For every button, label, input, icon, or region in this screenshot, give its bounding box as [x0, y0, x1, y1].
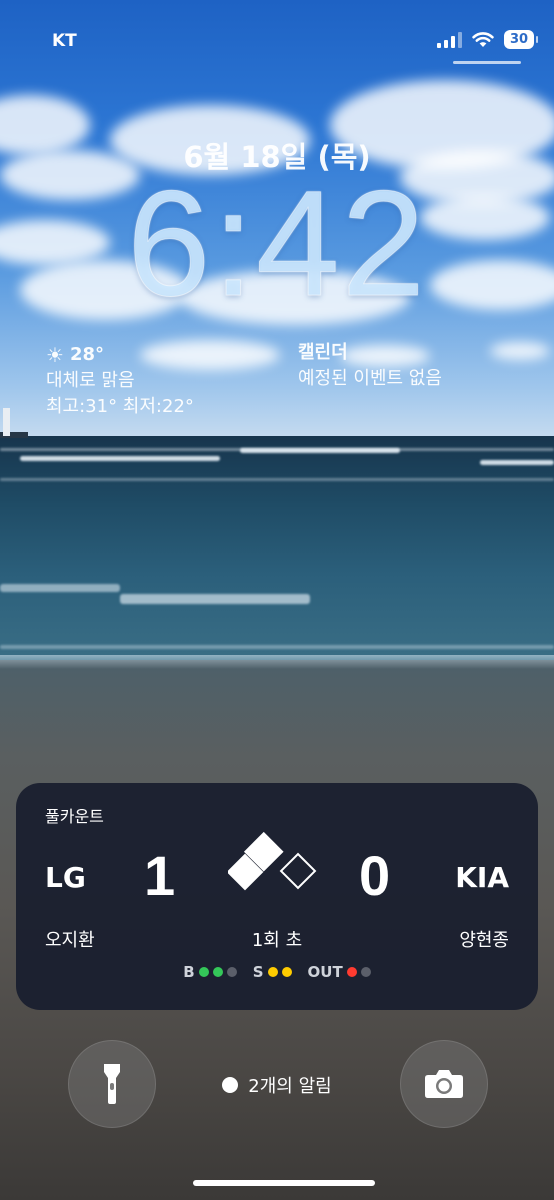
lighthouse: [3, 408, 10, 436]
home-indicator[interactable]: [193, 1180, 375, 1186]
wave: [0, 645, 554, 649]
strikes-group: S: [253, 963, 292, 981]
wave: [240, 448, 400, 453]
lock-time[interactable]: 6:42: [0, 168, 554, 319]
weather-condition: 대체로 맑음: [46, 370, 135, 391]
home-score: 0: [359, 844, 391, 907]
home-player: 양현종: [459, 930, 509, 951]
calendar-title: 캘린더: [298, 342, 348, 363]
sea: [0, 436, 554, 666]
weather-temperature: 28°: [69, 344, 104, 365]
first-base: [279, 852, 317, 890]
calendar-widget[interactable]: 캘린더 예정된 이벤트 없음: [298, 340, 442, 392]
weather-high-low: 최고:31° 최저:22°: [46, 396, 194, 417]
wave: [20, 456, 220, 461]
strikes-label: S: [252, 963, 264, 981]
cloud: [490, 342, 550, 360]
ball-count: B S OUT: [16, 963, 538, 981]
wave: [0, 584, 120, 592]
home-team: KIA: [455, 861, 509, 894]
wave: [120, 594, 310, 604]
out-dot: [360, 967, 371, 977]
camera-button[interactable]: [400, 1040, 488, 1128]
status-icons: 30: [437, 30, 538, 49]
camera-icon: [425, 1070, 463, 1098]
wifi-icon: [472, 31, 494, 47]
away-score: 1: [144, 844, 176, 907]
ball-dot: [212, 967, 223, 977]
cellular-signal-icon: [437, 31, 462, 48]
status-underline: [453, 61, 521, 64]
bases-diamond-icon: [228, 831, 317, 891]
calendar-subtitle: 예정된 이벤트 없음: [298, 368, 442, 389]
balls-label: B: [183, 963, 195, 981]
weather-temperature-row: ☀ 28°: [46, 342, 194, 368]
notifications-label: 2개의 알림: [248, 1076, 332, 1097]
outs-group: OUT: [308, 963, 371, 981]
carrier-label: KT: [52, 31, 77, 51]
strike-dot: [281, 967, 292, 977]
out-dot: [346, 967, 357, 977]
ball-dot: [198, 967, 209, 977]
balls-group: B: [183, 963, 237, 981]
wave: [0, 478, 554, 481]
away-team: LG: [45, 861, 86, 894]
battery-indicator: 30: [504, 30, 538, 49]
activity-app-name: 풀카운트: [45, 807, 104, 826]
weather-widget[interactable]: ☀ 28° 대체로 맑음 최고:31° 최저:22°: [46, 342, 194, 420]
baseball-live-activity[interactable]: 풀카운트 LG 1 0 KIA 오지환 1회 초 양현종 B S OUT: [16, 783, 538, 1010]
wave: [480, 460, 554, 465]
foam: [0, 655, 554, 669]
sun-icon: ☀: [46, 343, 64, 367]
notification-dot-icon: [222, 1077, 239, 1093]
outs-label: OUT: [307, 963, 343, 981]
ball-dot: [226, 967, 237, 977]
strike-dot: [267, 967, 278, 977]
